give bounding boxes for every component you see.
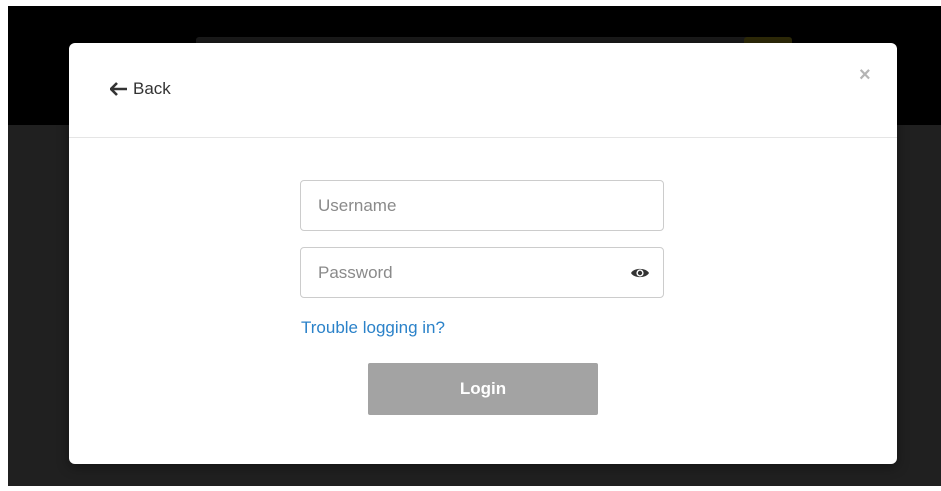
password-field[interactable]	[300, 247, 664, 298]
login-button[interactable]: Login	[368, 363, 598, 415]
back-label: Back	[133, 79, 171, 98]
arrow-left-icon	[110, 82, 128, 96]
trouble-logging-in-link[interactable]: Trouble logging in?	[301, 318, 445, 338]
username-field[interactable]	[300, 180, 664, 231]
username-input[interactable]	[301, 181, 663, 230]
eye-icon[interactable]	[630, 265, 650, 281]
login-modal: Back × Trouble logging in? Login	[69, 43, 897, 464]
close-icon[interactable]: ×	[859, 65, 871, 85]
password-input[interactable]	[301, 248, 663, 297]
modal-header: Back ×	[69, 43, 897, 138]
back-button[interactable]: Back	[110, 79, 171, 99]
